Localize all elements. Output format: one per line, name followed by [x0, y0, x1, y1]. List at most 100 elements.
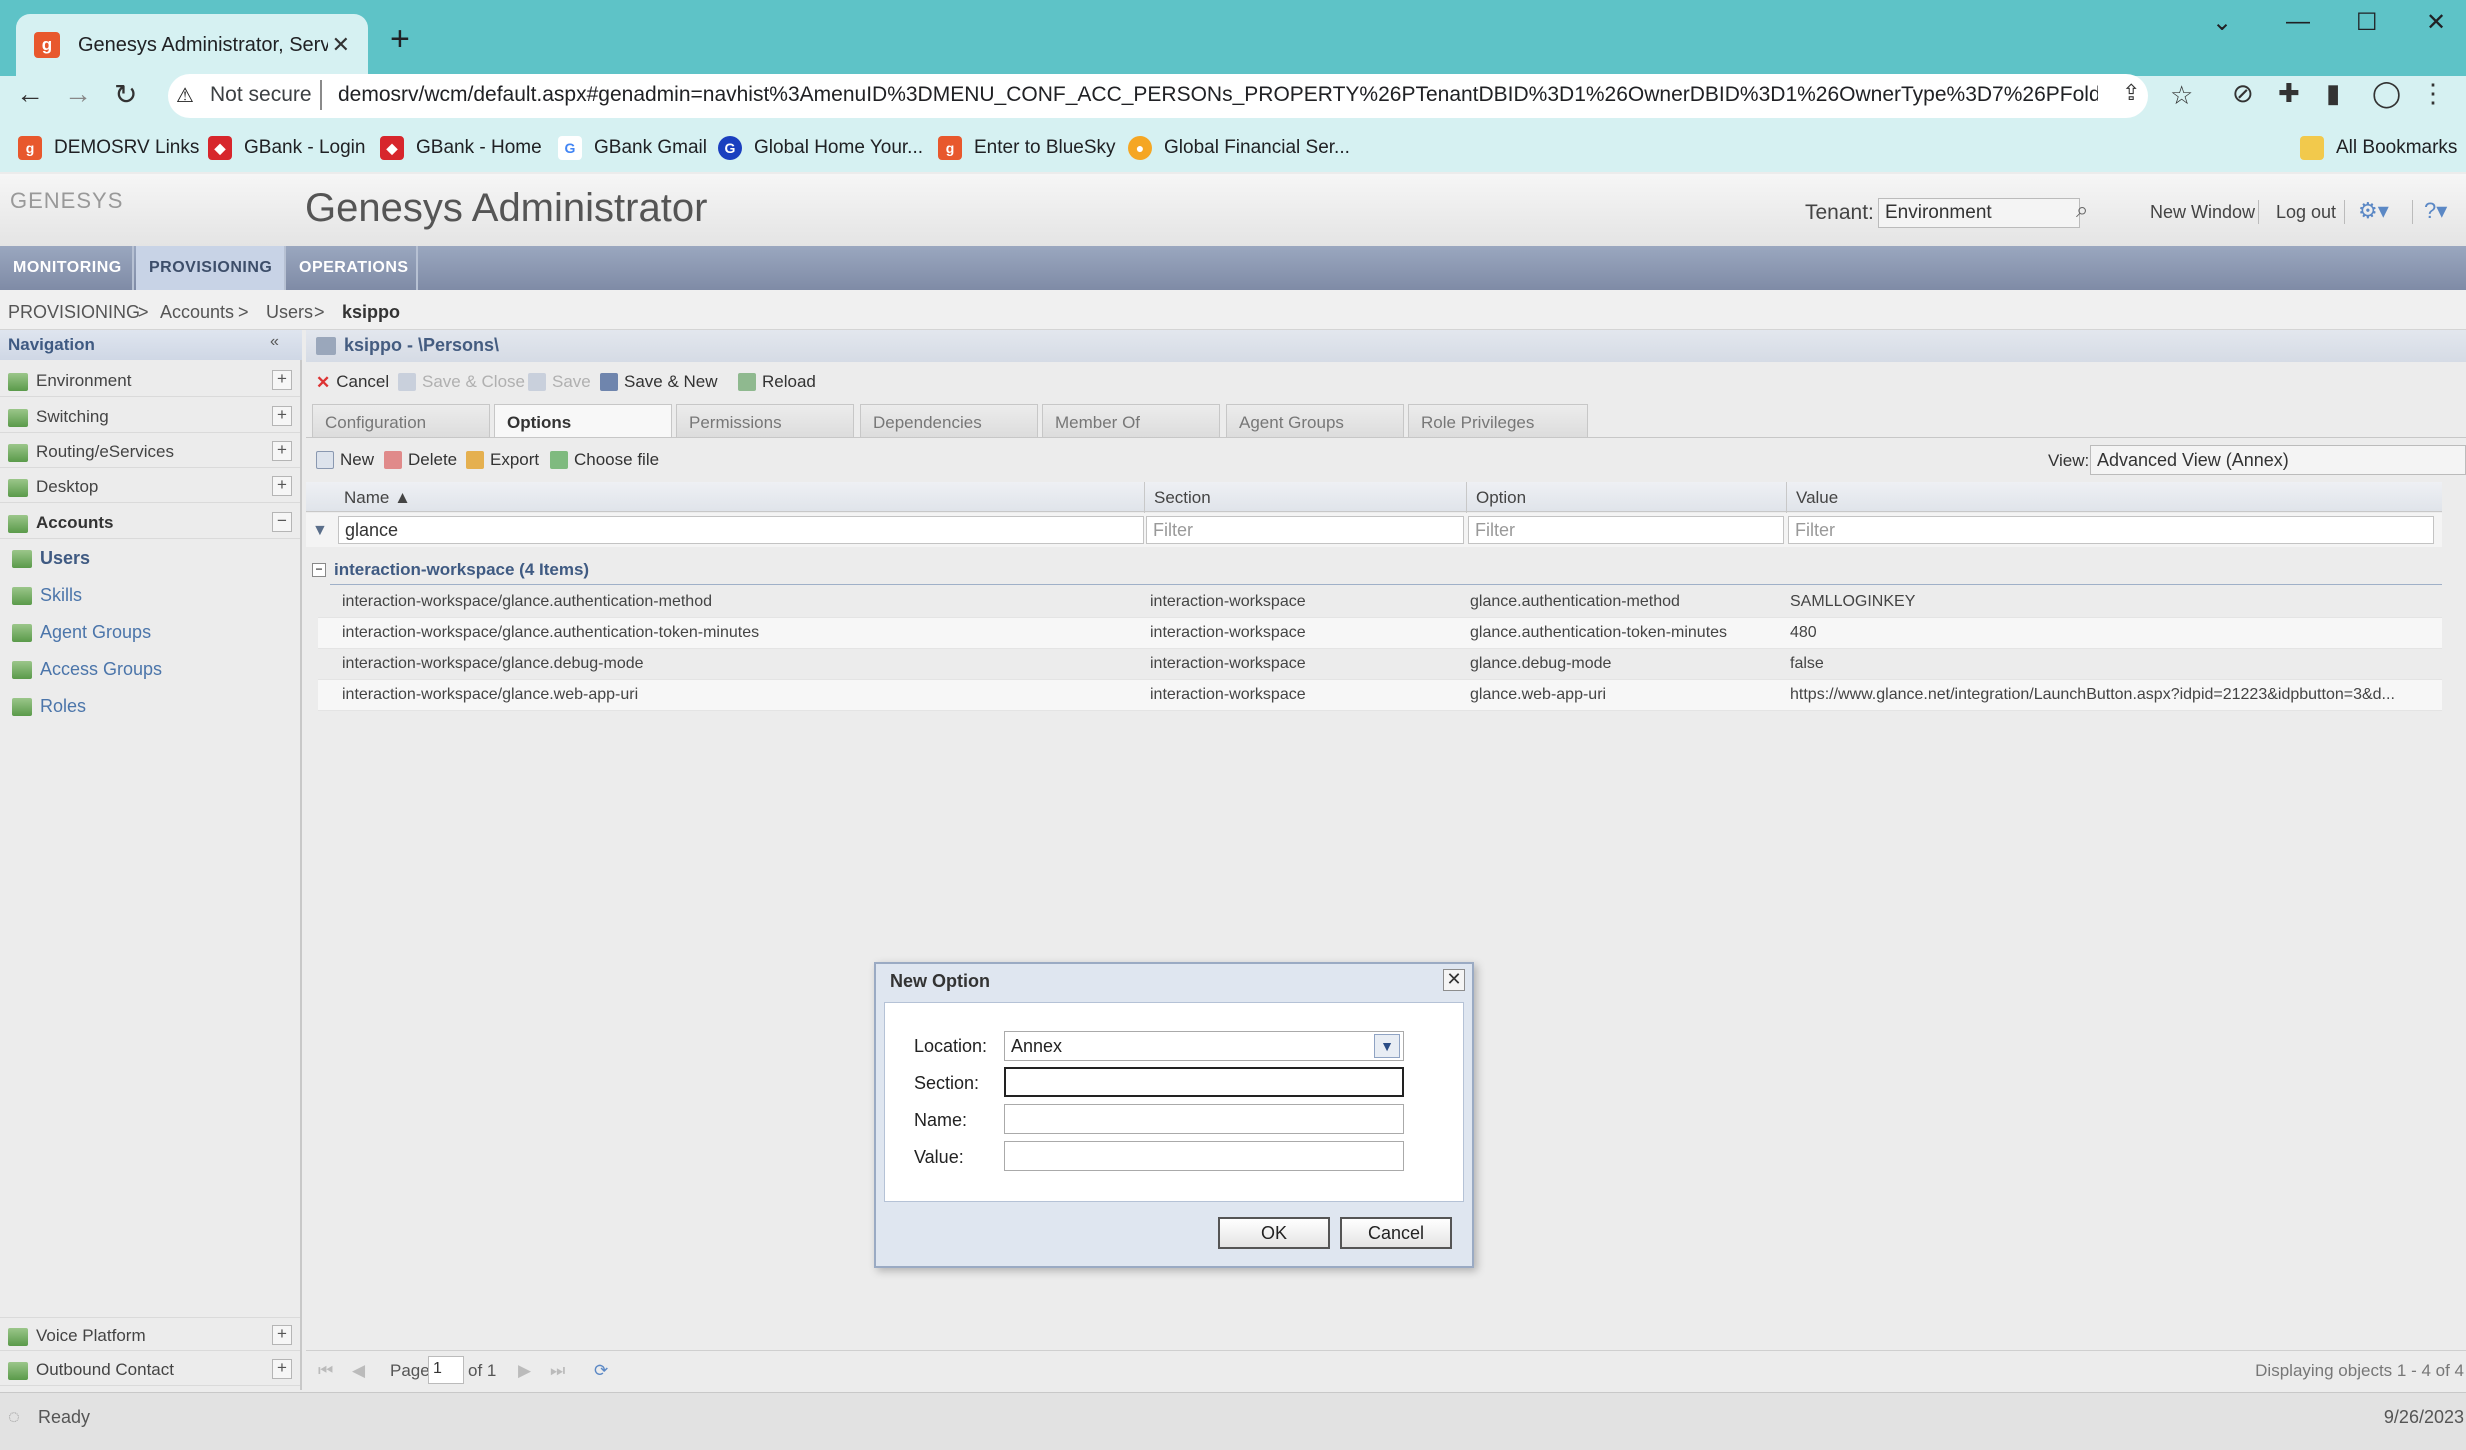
value-input[interactable]	[1004, 1141, 1404, 1171]
new-option-button[interactable]: New	[316, 450, 374, 470]
sidebar-subitem-users[interactable]: Users	[0, 542, 300, 576]
value-filter-input[interactable]: Filter	[1788, 516, 2434, 544]
side-panel-icon[interactable]: ▮	[2326, 78, 2340, 109]
reload-icon[interactable]: ↻	[114, 78, 137, 111]
sidebar-subitem-skills[interactable]: Skills	[0, 579, 300, 613]
section-input[interactable]	[1004, 1067, 1404, 1097]
extensions-puzzle-icon[interactable]: ✚	[2278, 78, 2300, 109]
not-secure-label[interactable]: Not secure	[210, 83, 312, 107]
cancel-dialog-button[interactable]: Cancel	[1340, 1217, 1452, 1249]
share-icon[interactable]: ⇪	[2122, 80, 2140, 106]
expand-icon[interactable]: +	[272, 1325, 292, 1345]
tenant-input[interactable]: Environment	[1878, 198, 2080, 228]
last-page-icon[interactable]: ⏭	[550, 1361, 565, 1381]
back-arrow-icon[interactable]: ←	[16, 78, 44, 110]
forward-arrow-icon[interactable]: →	[64, 78, 92, 110]
export-button[interactable]: Export	[466, 450, 539, 470]
warning-icon[interactable]: ⚠	[176, 83, 194, 108]
bookmark-star-icon[interactable]: ☆	[2170, 80, 2193, 111]
search-icon[interactable]: ⌕	[2076, 197, 2088, 223]
column-name[interactable]: Name ▲	[344, 488, 411, 508]
sidebar-item-routing[interactable]: Routing/eServices +	[0, 434, 300, 468]
sidebar-item-environment[interactable]: Environment +	[0, 363, 300, 397]
breadcrumb-users[interactable]: Users	[266, 302, 313, 323]
ok-button[interactable]: OK	[1218, 1217, 1330, 1249]
expand-icon[interactable]: +	[272, 406, 292, 426]
location-select[interactable]: Annex	[1004, 1031, 1404, 1061]
dialog-close-icon[interactable]: ✕	[1443, 969, 1465, 991]
sidebar-subitem-agent-groups[interactable]: Agent Groups	[0, 616, 300, 650]
tab-search-icon[interactable]: ⌄	[2212, 8, 2232, 37]
section-filter-input[interactable]: Filter	[1146, 516, 1464, 544]
profile-avatar-icon[interactable]: ◯	[2372, 78, 2401, 109]
name-filter-input[interactable]: glance	[338, 516, 1144, 544]
table-row[interactable]: interaction-workspace/glance.authenticat…	[318, 587, 2442, 618]
window-close-icon[interactable]: ✕	[2426, 8, 2446, 37]
group-collapse-icon[interactable]: −	[312, 563, 326, 577]
url-text[interactable]: demosrv/wcm/default.aspx#genadmin=navhis…	[338, 83, 2098, 107]
bookmark-gbank-gmail[interactable]: G GBank Gmail	[558, 136, 707, 160]
extension-blocker-icon[interactable]: ⊘	[2232, 78, 2254, 109]
sidebar-item-switching[interactable]: Switching +	[0, 399, 300, 433]
group-header[interactable]: − interaction-workspace (4 Items)	[312, 560, 589, 580]
tab-permissions[interactable]: Permissions	[676, 404, 854, 438]
maximize-icon[interactable]: ☐	[2356, 8, 2378, 37]
bookmark-gbank-home[interactable]: ◆ GBank - Home	[380, 136, 542, 160]
sidebar-subitem-roles[interactable]: Roles	[0, 690, 300, 724]
tab-role-privileges[interactable]: Role Privileges	[1408, 404, 1588, 438]
breadcrumb-accounts[interactable]: Accounts	[160, 302, 234, 323]
table-row[interactable]: interaction-workspace/glance.authenticat…	[318, 618, 2442, 649]
tab-close-icon[interactable]: ✕	[332, 32, 350, 58]
collapse-panel-icon[interactable]: «	[270, 333, 279, 351]
gear-icon[interactable]: ⚙▾	[2358, 198, 2389, 224]
sidebar-subitem-access-groups[interactable]: Access Groups	[0, 653, 300, 687]
help-icon[interactable]: ?▾	[2424, 198, 2447, 224]
next-page-icon[interactable]: ▶	[518, 1361, 531, 1381]
collapse-icon[interactable]: −	[272, 512, 292, 532]
save-close-button[interactable]: Save & Close	[398, 372, 525, 392]
new-tab-button[interactable]: +	[390, 20, 410, 59]
tab-agent-groups[interactable]: Agent Groups	[1226, 404, 1404, 438]
chevron-down-icon[interactable]: ▼	[1374, 1034, 1400, 1058]
browser-tab[interactable]: g Genesys Administrator, Server: lo ✕	[16, 14, 368, 76]
choose-file-button[interactable]: Choose file	[550, 450, 659, 470]
view-select[interactable]: Advanced View (Annex)	[2090, 445, 2466, 475]
tab-monitoring[interactable]: MONITORING	[0, 246, 135, 290]
save-new-button[interactable]: Save & New	[600, 372, 718, 392]
bookmark-global-home[interactable]: G Global Home Your...	[718, 136, 923, 160]
column-section[interactable]: Section	[1154, 488, 1211, 508]
tab-member-of[interactable]: Member Of	[1042, 404, 1220, 438]
expand-icon[interactable]: +	[272, 370, 292, 390]
option-filter-input[interactable]: Filter	[1468, 516, 1784, 544]
tab-options[interactable]: Options	[494, 404, 672, 438]
tab-provisioning[interactable]: PROVISIONING	[136, 246, 286, 290]
tab-operations[interactable]: OPERATIONS	[286, 246, 422, 290]
all-bookmarks[interactable]: All Bookmarks	[2300, 136, 2457, 160]
minimize-icon[interactable]: —	[2286, 8, 2310, 36]
sidebar-item-outbound-contact[interactable]: Outbound Contact +	[0, 1352, 300, 1386]
new-window-link[interactable]: New Window	[2150, 202, 2255, 223]
first-page-icon[interactable]: ⏮	[318, 1361, 333, 1381]
bookmark-bluesky[interactable]: g Enter to BlueSky	[938, 136, 1116, 160]
bookmark-global-financial[interactable]: ● Global Financial Ser...	[1128, 136, 1350, 160]
expand-icon[interactable]: +	[272, 441, 292, 461]
tab-configuration[interactable]: Configuration	[312, 404, 490, 438]
prev-page-icon[interactable]: ◀	[352, 1361, 365, 1381]
expand-icon[interactable]: +	[272, 476, 292, 496]
column-option[interactable]: Option	[1476, 488, 1526, 508]
sidebar-item-accounts[interactable]: Accounts −	[0, 505, 300, 539]
log-out-link[interactable]: Log out	[2276, 202, 2336, 223]
save-button[interactable]: Save	[528, 372, 591, 392]
sidebar-item-desktop[interactable]: Desktop +	[0, 469, 300, 503]
expand-icon[interactable]: +	[272, 1359, 292, 1379]
bookmark-demosrv-links[interactable]: g DEMOSRV Links	[18, 136, 199, 160]
page-number-input[interactable]: 1	[428, 1356, 464, 1384]
column-value[interactable]: Value	[1796, 488, 1838, 508]
table-row[interactable]: interaction-workspace/glance.debug-mode …	[318, 649, 2442, 680]
cancel-button[interactable]: ✕ Cancel	[316, 372, 389, 392]
sidebar-item-voice-platform[interactable]: Voice Platform +	[0, 1317, 300, 1351]
reload-button[interactable]: Reload	[738, 372, 816, 392]
breadcrumb-provisioning[interactable]: PROVISIONING	[8, 302, 140, 323]
table-row[interactable]: interaction-workspace/glance.web-app-uri…	[318, 680, 2442, 711]
menu-kebab-icon[interactable]: ⋮	[2420, 78, 2446, 109]
